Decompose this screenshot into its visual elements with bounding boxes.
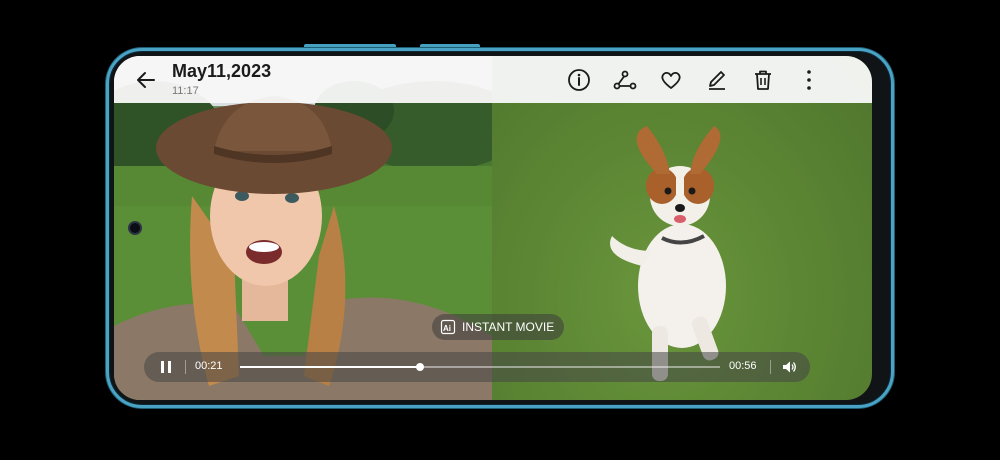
divider	[770, 360, 771, 374]
ai-icon: Ai	[440, 319, 456, 335]
photo-time: 11:17	[172, 85, 199, 97]
photo-running-dog[interactable]	[492, 56, 872, 400]
divider	[185, 360, 186, 374]
share-icon[interactable]	[612, 67, 638, 93]
svg-text:Ai: Ai	[443, 324, 451, 333]
photo-woman-selfie[interactable]	[114, 56, 492, 400]
top-toolbar: May11,2023 11:17	[114, 56, 872, 103]
more-icon[interactable]	[796, 67, 822, 93]
back-arrow-icon[interactable]	[134, 68, 158, 92]
favorite-icon[interactable]	[658, 67, 684, 93]
woman-illustration	[114, 56, 492, 400]
seek-bar[interactable]	[240, 363, 720, 371]
front-camera	[128, 221, 142, 235]
info-icon[interactable]	[566, 67, 592, 93]
current-time: 00:21	[195, 360, 223, 372]
total-time: 00:56	[729, 360, 757, 372]
delete-icon[interactable]	[750, 67, 776, 93]
edit-icon[interactable]	[704, 67, 730, 93]
video-controls: 00:21 00:56	[144, 352, 810, 382]
seek-progress	[240, 366, 420, 368]
photo-date: May11,2023	[172, 61, 272, 81]
screen: May11,2023 11:17 Ai INSTANT MOVIE 00:21 …	[114, 56, 872, 400]
instant-movie-label: INSTANT MOVIE	[462, 320, 555, 334]
pause-icon[interactable]	[159, 359, 173, 375]
dog-illustration	[492, 56, 872, 400]
volume-icon[interactable]	[781, 359, 797, 375]
seek-thumb[interactable]	[416, 363, 424, 371]
instant-movie-button[interactable]: Ai INSTANT MOVIE	[432, 314, 565, 340]
